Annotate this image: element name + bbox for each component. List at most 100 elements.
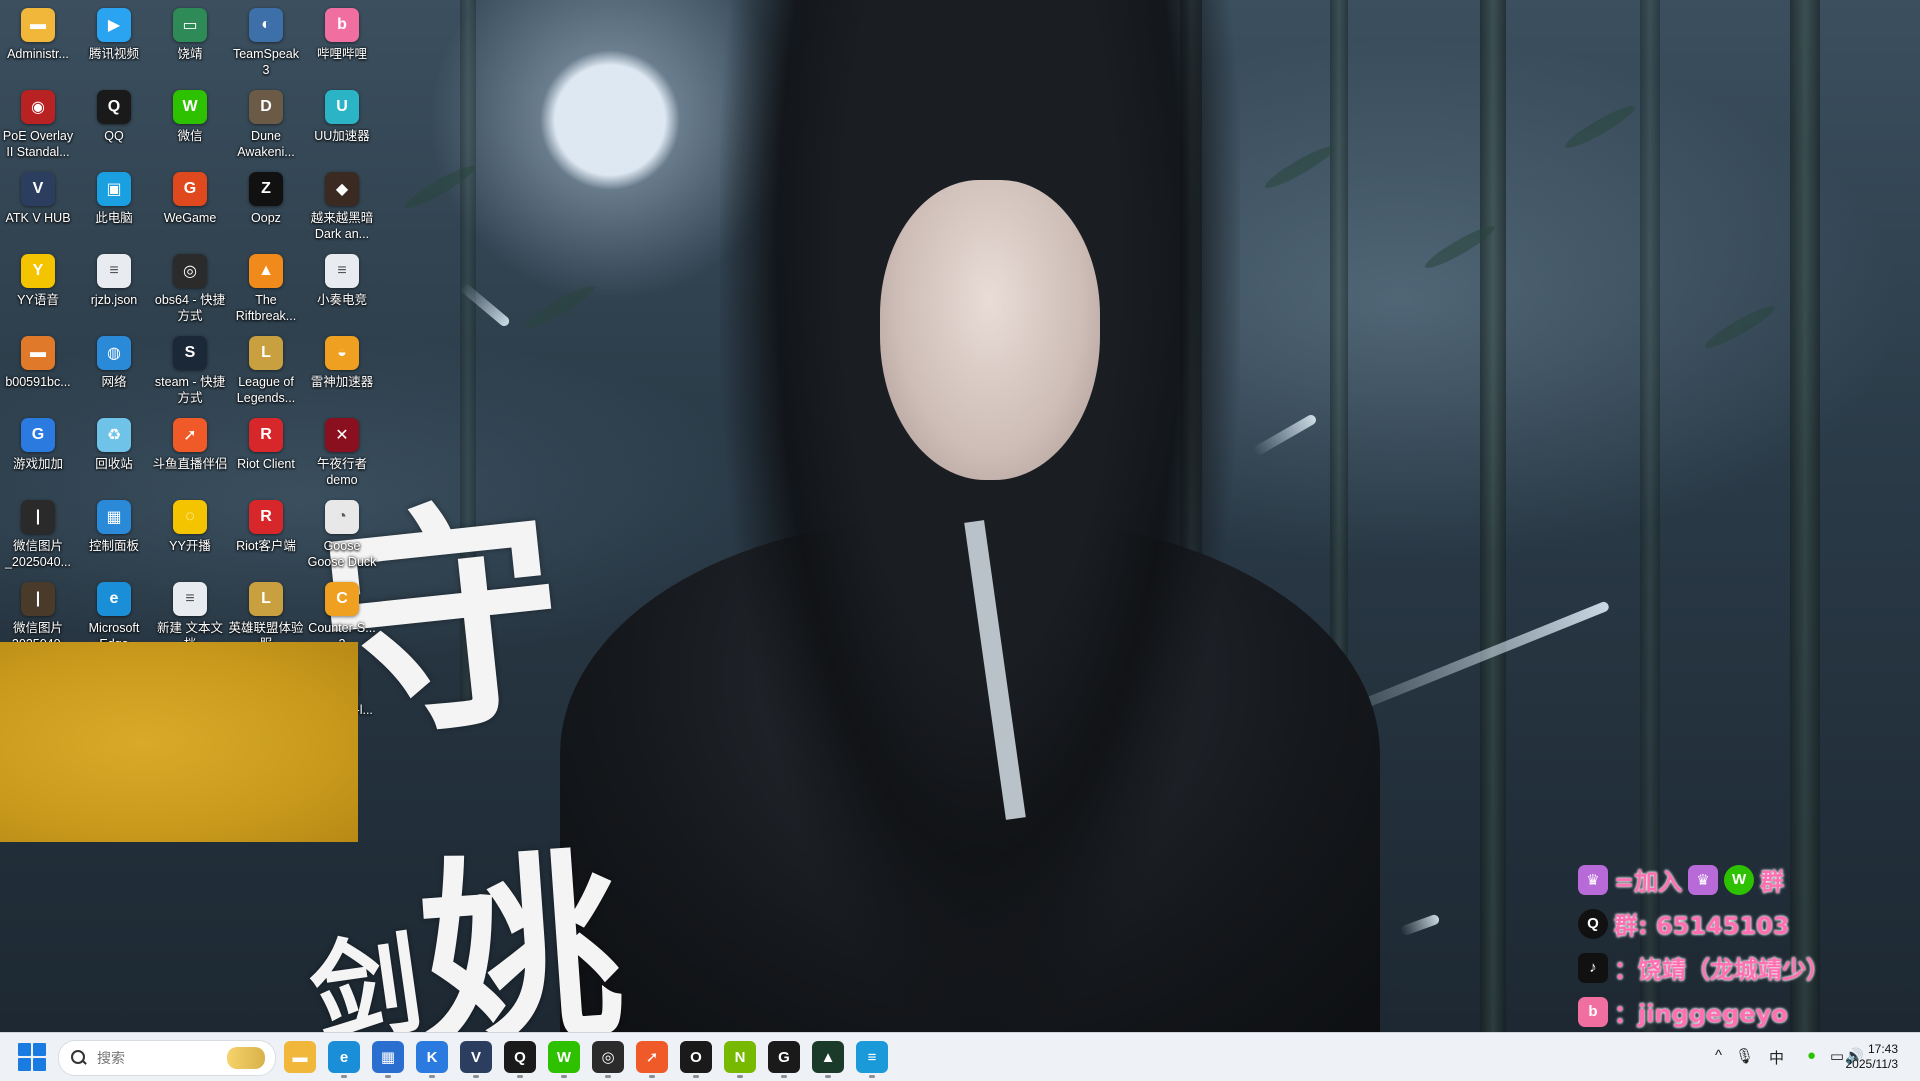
- desktop-icon-demo[interactable]: ✕ 午夜行者 demo: [304, 412, 380, 492]
- desktop-icon-label: Riot客户端: [236, 539, 296, 553]
- promo-douyin: ：饶靖（龙城靖少）: [1614, 956, 1830, 984]
- taskbar-app-g-hub[interactable]: G: [768, 1041, 800, 1078]
- taskbar-app-kk[interactable]: K: [416, 1041, 448, 1078]
- taskbar-app-game-launcher[interactable]: ▲: [812, 1041, 844, 1078]
- desktop-icon-label: 回收站: [95, 457, 133, 471]
- desktop-icon-app[interactable]: ▣ 此电脑: [76, 166, 152, 246]
- wechat-tray-icon[interactable]: ●: [1807, 1047, 1816, 1064]
- clock[interactable]: 17:43 2025/11/3: [1818, 1042, 1899, 1072]
- atk-hub-icon: V: [470, 1048, 481, 1066]
- desktop-icon-label: The Riftbreak...: [235, 293, 297, 323]
- desktop-icon-label: 饶靖: [177, 47, 203, 61]
- taskbar-app-yy[interactable]: O: [680, 1041, 712, 1078]
- taskbar-search[interactable]: [58, 1040, 276, 1076]
- app-icon: R: [249, 418, 283, 452]
- desktop-icon-steam[interactable]: Ssteam - 快捷方式: [152, 330, 228, 410]
- app-icon: ◎: [173, 254, 207, 288]
- running-indicator: [473, 1075, 479, 1078]
- microphone-icon[interactable]: 🎙: [1735, 1047, 1754, 1065]
- desktop-icon-riot-client[interactable]: R Riot Client: [228, 412, 304, 492]
- desktop-icon-administr[interactable]: ▬ Administr...: [0, 2, 76, 82]
- taskbar-app-qq[interactable]: Q: [504, 1041, 536, 1078]
- desktop-icon-app[interactable]: ◍ 网络: [76, 330, 152, 410]
- desktop-icon-yy[interactable]: ◌ YY开播: [152, 494, 228, 574]
- search-input[interactable]: [95, 1049, 219, 1067]
- desktop-icon-app[interactable]: G 游戏加加: [0, 412, 76, 492]
- qq-icon: Q: [1578, 908, 1608, 939]
- app-icon: V: [21, 172, 55, 206]
- desktop-icon-obs64[interactable]: ◎ obs64 - 快捷方式: [152, 248, 228, 328]
- running-indicator: [693, 1075, 699, 1078]
- desktop-icon-wegame[interactable]: G WeGame: [152, 166, 228, 246]
- promo-bilibili: ：jinggegeyo: [1614, 1000, 1788, 1028]
- app-icon: G: [173, 172, 207, 206]
- taskbar-app-wechat[interactable]: W: [548, 1041, 580, 1078]
- app-icon: D: [249, 90, 283, 124]
- chevron-up-icon[interactable]: ^: [1715, 1047, 1722, 1064]
- badge-icon: ♛: [1688, 864, 1719, 895]
- taskbar-app-store[interactable]: ▦: [372, 1041, 404, 1078]
- desktop-icon-dune-awakeni[interactable]: D Dune Awakeni...: [228, 84, 304, 164]
- desktop-icon-app[interactable]: ≡ 小奏电竞: [304, 248, 380, 328]
- desktop-icon-goose-goose-duck[interactable]: ◔ Goose Goose Duck: [304, 494, 380, 574]
- desktop-icon-label: b00591bc...: [5, 375, 71, 389]
- taskbar-app-edge[interactable]: e: [328, 1041, 360, 1078]
- desktop-icon-league-of-legends[interactable]: L League of Legends...: [228, 330, 304, 410]
- desktop-icon-label: Goose Goose Duck: [307, 539, 377, 569]
- taskbar-app-douyu[interactable]: ➚: [636, 1041, 668, 1078]
- search-highlight-icon: [227, 1047, 265, 1069]
- edge-icon: e: [339, 1048, 349, 1066]
- app-icon: C: [325, 582, 359, 616]
- app-icon: ▬: [21, 336, 55, 370]
- desktop-icon-app[interactable]: ▦ 控制面板: [76, 494, 152, 574]
- desktop-icon-label: QQ: [104, 129, 124, 143]
- desktop-icon-label: League of Legends...: [236, 375, 296, 405]
- desktop-icon-dark-an[interactable]: ◆ 越来越黑暗 Dark an...: [304, 166, 380, 246]
- taskbar-app-obs[interactable]: ◎: [592, 1041, 624, 1078]
- desktop-icon-qq[interactable]: Q QQ: [76, 84, 152, 164]
- running-indicator: [341, 1075, 347, 1078]
- desktop-icon-label: PoE Overlay II Standal...: [2, 129, 74, 159]
- desktop-icon-label: 网络: [101, 375, 127, 389]
- app-icon: G: [21, 418, 55, 452]
- obs-icon: ◎: [601, 1049, 615, 1066]
- start-button[interactable]: [18, 1043, 46, 1071]
- desktop-icon-uu[interactable]: U UU加速器: [304, 84, 380, 164]
- desktop-icon-app[interactable]: ◒ 雷神加速器: [304, 330, 380, 410]
- desktop-icon-app[interactable]: b 哔哩哔哩: [304, 2, 380, 82]
- app-icon: W: [173, 90, 207, 124]
- ime-indicator[interactable]: 中: [1769, 1047, 1784, 1068]
- desktop-icon-label: 越来越黑暗 Dark an...: [310, 211, 374, 241]
- desktop-icon-app[interactable]: ➚ 斗鱼直播伴侣: [152, 412, 228, 492]
- desktop-icon-the-riftbreak[interactable]: ▲ The Riftbreak...: [228, 248, 304, 328]
- desktop-icon-atk-v-hub[interactable]: V ATK V HUB: [0, 166, 76, 246]
- desktop-icon-label: ATK V HUB: [5, 211, 71, 225]
- desktop-icon-label: 控制面板: [88, 539, 139, 553]
- taskbar-app-atk-hub[interactable]: V: [460, 1041, 492, 1078]
- app-icon: ▲: [249, 254, 283, 288]
- desktop-icon-riot[interactable]: R Riot客户端: [228, 494, 304, 574]
- figure-face: [880, 180, 1100, 480]
- running-indicator: [649, 1075, 655, 1078]
- app-icon: e: [97, 582, 131, 616]
- desktop-icon-label: Dune Awakeni...: [237, 129, 295, 159]
- desktop-icon-rjzb-json[interactable]: ≡ rjzb.json: [76, 248, 152, 328]
- taskbar-app-file-explorer[interactable]: ▬: [284, 1041, 316, 1073]
- desktop-icon-app[interactable]: W 微信: [152, 84, 228, 164]
- desktop-icon-b00591bc[interactable]: ▬ b00591bc...: [0, 330, 76, 410]
- app-icon: S: [173, 336, 207, 370]
- taskbar-app-notepad[interactable]: ≡: [856, 1041, 888, 1078]
- desktop-icon-app[interactable]: ♻ 回收站: [76, 412, 152, 492]
- running-indicator: [605, 1075, 611, 1078]
- promo-group-text: 群: [1760, 868, 1785, 896]
- desktop-icon-oopz[interactable]: Z Oopz: [228, 166, 304, 246]
- desktop-icon-poe-overlay-ii-standal[interactable]: ◉ PoE Overlay II Standal...: [0, 84, 76, 164]
- desktop-icon-app[interactable]: ▶ 腾讯视频: [76, 2, 152, 82]
- desktop-icon-teamspeak-3[interactable]: ◐ TeamSpeak 3: [228, 2, 304, 82]
- app-icon: Y: [21, 254, 55, 288]
- desktop-icon-app[interactable]: ▭ 饶靖: [152, 2, 228, 82]
- desktop-icon-2025040[interactable]: | 微信图片_2025040...: [0, 494, 76, 574]
- desktop-icon-yy[interactable]: Y YY语音: [0, 248, 76, 328]
- douyu-icon: ➚: [645, 1049, 659, 1066]
- taskbar-app-nvidia[interactable]: N: [724, 1041, 756, 1078]
